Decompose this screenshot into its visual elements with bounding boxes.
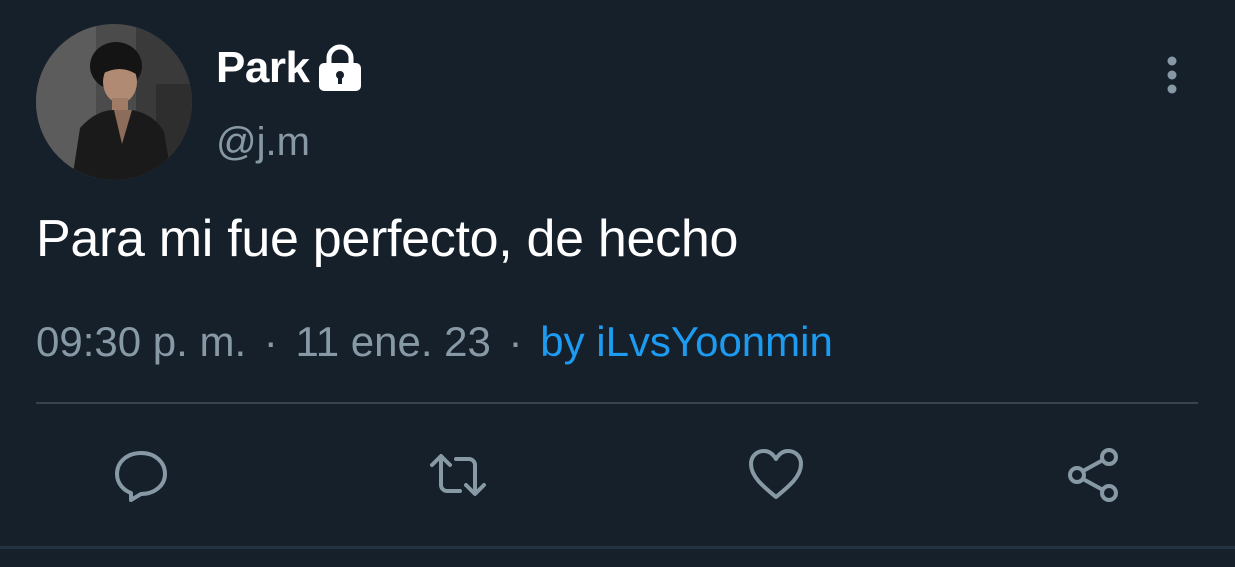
meta-separator-2: · bbox=[508, 318, 523, 365]
meta-separator: · bbox=[263, 318, 278, 365]
retweet-button[interactable] bbox=[425, 442, 491, 508]
retweet-icon bbox=[430, 454, 486, 496]
tweet-meta: 09:30 p. m. · 11 ene. 23 · by iLvsYoonmi… bbox=[36, 314, 833, 370]
heart-icon bbox=[749, 449, 803, 499]
bottom-divider bbox=[0, 546, 1235, 549]
tweet-text: Para mi fue perfecto, de hecho bbox=[36, 210, 739, 268]
profile-photo bbox=[36, 24, 192, 180]
tweet-source-link[interactable]: by iLvsYoonmin bbox=[540, 318, 833, 365]
reply-icon bbox=[115, 451, 167, 502]
user-handle[interactable]: @j.m bbox=[216, 116, 310, 168]
avatar[interactable] bbox=[36, 24, 192, 180]
reply-button[interactable] bbox=[108, 442, 174, 508]
lock-icon bbox=[317, 43, 363, 93]
tweet-date[interactable]: 11 ene. 23 bbox=[295, 318, 490, 365]
tweet-card: Park @j.m Para mi fue perfecto, de hecho… bbox=[0, 0, 1235, 567]
share-icon bbox=[1068, 448, 1118, 502]
like-button[interactable] bbox=[743, 442, 809, 508]
author-name-row: Park bbox=[216, 40, 363, 96]
tweet-time[interactable]: 09:30 p. m. bbox=[36, 318, 246, 365]
display-name[interactable]: Park bbox=[216, 40, 310, 96]
share-button[interactable] bbox=[1060, 442, 1126, 508]
more-vertical-icon[interactable] bbox=[1152, 52, 1192, 100]
divider bbox=[36, 402, 1198, 404]
